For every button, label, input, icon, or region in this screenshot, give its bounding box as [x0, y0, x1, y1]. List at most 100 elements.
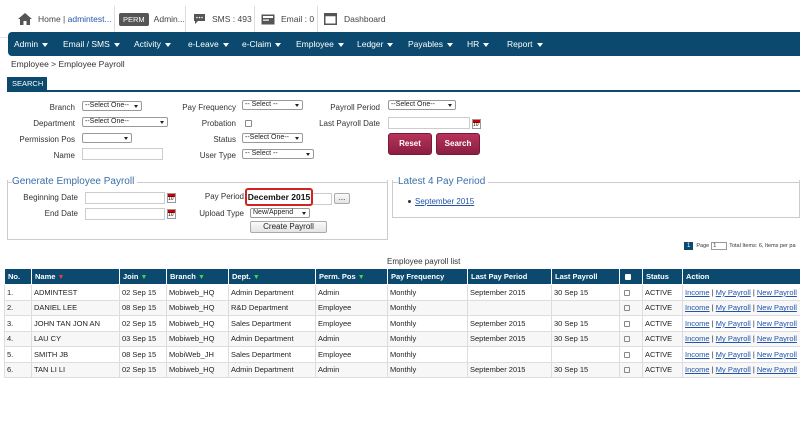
- nav-item-e-leave[interactable]: e-Leave: [188, 32, 229, 56]
- calendar-icon[interactable]: [472, 119, 481, 129]
- row-checkbox[interactable]: [624, 336, 630, 343]
- chevron-down-icon: [164, 42, 171, 47]
- col-header-name[interactable]: Name ▼: [31, 268, 120, 285]
- nav-item-payables[interactable]: Payables: [408, 32, 453, 56]
- my-payroll-link[interactable]: My Payroll: [716, 288, 751, 297]
- col-header-last-pay-period: Last Pay Period: [467, 268, 552, 285]
- cell-name: JOHN TAN JON AN: [31, 315, 120, 332]
- cell-select[interactable]: [619, 361, 643, 378]
- chevron-down-icon: [113, 42, 120, 47]
- pay-frequency-select[interactable]: -- Select --: [242, 100, 303, 110]
- my-payroll-link[interactable]: My Payroll: [716, 365, 751, 374]
- search-button[interactable]: Search: [436, 133, 480, 155]
- my-payroll-link[interactable]: My Payroll: [716, 319, 751, 328]
- nav-item-employee[interactable]: Employee: [296, 32, 344, 56]
- pay-period-input-tail[interactable]: [312, 193, 332, 205]
- table-row: 4. LAU CY 03 Sep 15 Mobiweb_HQ Admin Departm…: [4, 330, 800, 347]
- income-link[interactable]: Income: [685, 350, 710, 359]
- user-type-select[interactable]: -- Select --: [242, 149, 314, 159]
- name-input[interactable]: [82, 148, 163, 160]
- row-checkbox[interactable]: [624, 367, 630, 374]
- nav-item-admin[interactable]: Admin: [14, 32, 49, 56]
- pay-period-input[interactable]: December 2015: [245, 188, 313, 206]
- col-header-branch[interactable]: Branch ▼: [166, 268, 229, 285]
- new-payroll-link[interactable]: New Payroll: [757, 350, 797, 359]
- permission-pos-select[interactable]: [82, 133, 132, 143]
- row-checkbox[interactable]: [624, 351, 630, 358]
- income-link[interactable]: Income: [685, 288, 710, 297]
- cell-perm-pos: Admin: [315, 330, 388, 347]
- latest-pay-period-link[interactable]: September 2015: [415, 197, 474, 206]
- cell-last-payroll: 30 Sep 15: [551, 284, 620, 301]
- my-payroll-link[interactable]: My Payroll: [716, 303, 751, 312]
- payroll-period-select[interactable]: --Select One--: [388, 100, 456, 110]
- cell-action: Income | My Payroll | New Payroll: [682, 330, 800, 347]
- cell-join: 03 Sep 15: [119, 330, 167, 347]
- col-header-perm-pos[interactable]: Perm. Pos ▼: [315, 268, 388, 285]
- upload-type-select[interactable]: New/Append: [250, 208, 310, 218]
- row-checkbox[interactable]: [624, 289, 630, 296]
- income-link[interactable]: Income: [685, 365, 710, 374]
- calendar-icon[interactable]: [167, 209, 176, 219]
- nav-item-email-sms[interactable]: Email / SMS: [63, 32, 120, 56]
- cell-dept: Sales Department: [228, 315, 316, 332]
- cell-perm-pos: Admin: [315, 361, 388, 378]
- calendar-icon[interactable]: [167, 193, 176, 203]
- cell-select[interactable]: [619, 284, 643, 301]
- new-payroll-link[interactable]: New Payroll: [757, 319, 797, 328]
- cell-last-pay-period: September 2015: [467, 361, 552, 378]
- income-link[interactable]: Income: [685, 334, 710, 343]
- cell-pay-frequency: Monthly: [387, 330, 468, 347]
- income-link[interactable]: Income: [685, 303, 710, 312]
- current-page[interactable]: 1: [684, 242, 694, 250]
- income-link[interactable]: Income: [685, 319, 710, 328]
- department-select[interactable]: --Select One--: [82, 117, 168, 127]
- cell-last-pay-period: [467, 299, 552, 316]
- reset-button[interactable]: Reset: [388, 133, 432, 155]
- cell-select[interactable]: [619, 330, 643, 347]
- nav-item-e-claim[interactable]: e-Claim: [242, 32, 282, 56]
- divider: [254, 6, 255, 32]
- end-date-input[interactable]: [85, 208, 165, 220]
- divider: [185, 6, 186, 32]
- new-payroll-link[interactable]: New Payroll: [757, 303, 797, 312]
- divider: [317, 6, 318, 32]
- cell-pay-frequency: Monthly: [387, 299, 468, 316]
- new-payroll-link[interactable]: New Payroll: [757, 365, 797, 374]
- new-payroll-link[interactable]: New Payroll: [757, 334, 797, 343]
- table-row: 3. JOHN TAN JON AN 02 Sep 15 Mobiweb_HQ Sale…: [4, 315, 800, 332]
- select-all-checkbox[interactable]: [625, 274, 631, 281]
- payroll-period-label: Payroll Period: [330, 103, 380, 112]
- new-payroll-link[interactable]: New Payroll: [757, 288, 797, 297]
- nav-item-ledger[interactable]: Ledger: [357, 32, 394, 56]
- probation-checkbox[interactable]: [245, 120, 252, 127]
- last-payroll-date-input[interactable]: [388, 117, 470, 129]
- col-header-select-all[interactable]: [619, 268, 643, 285]
- col-header-join[interactable]: Join ▼: [119, 268, 167, 285]
- cell-select[interactable]: [619, 346, 643, 363]
- cell-action: Income | My Payroll | New Payroll: [682, 284, 800, 301]
- my-payroll-link[interactable]: My Payroll: [716, 334, 751, 343]
- page-select[interactable]: 1: [711, 242, 728, 250]
- cell-select[interactable]: [619, 299, 643, 316]
- nav-item-hr[interactable]: HR: [467, 32, 490, 56]
- create-payroll-button[interactable]: Create Payroll: [250, 221, 327, 233]
- sort-arrow-icon: ▼: [252, 274, 260, 281]
- pay-period-browse-button[interactable]: ...: [334, 193, 350, 204]
- latest-pay-period-item[interactable]: September 2015: [415, 197, 474, 206]
- cell-select[interactable]: [619, 315, 643, 332]
- cell-pay-frequency: Monthly: [387, 361, 468, 378]
- nav-item-report[interactable]: Report: [507, 32, 543, 56]
- col-header-dept[interactable]: Dept. ▼: [228, 268, 316, 285]
- row-checkbox[interactable]: [624, 305, 630, 312]
- col-header-join-label: Join: [123, 272, 139, 281]
- nav-item-activity[interactable]: Activity: [134, 32, 171, 56]
- row-checkbox[interactable]: [624, 320, 630, 327]
- status-select[interactable]: --Select One--: [242, 133, 303, 143]
- branch-select[interactable]: --Select One--: [82, 101, 142, 111]
- cell-last-payroll: 30 Sep 15: [551, 330, 620, 347]
- breadcrumb: Employee > Employee Payroll: [11, 59, 125, 69]
- my-payroll-link[interactable]: My Payroll: [716, 350, 751, 359]
- user-link[interactable]: admintest...: [68, 14, 112, 24]
- beginning-date-input[interactable]: [85, 192, 165, 204]
